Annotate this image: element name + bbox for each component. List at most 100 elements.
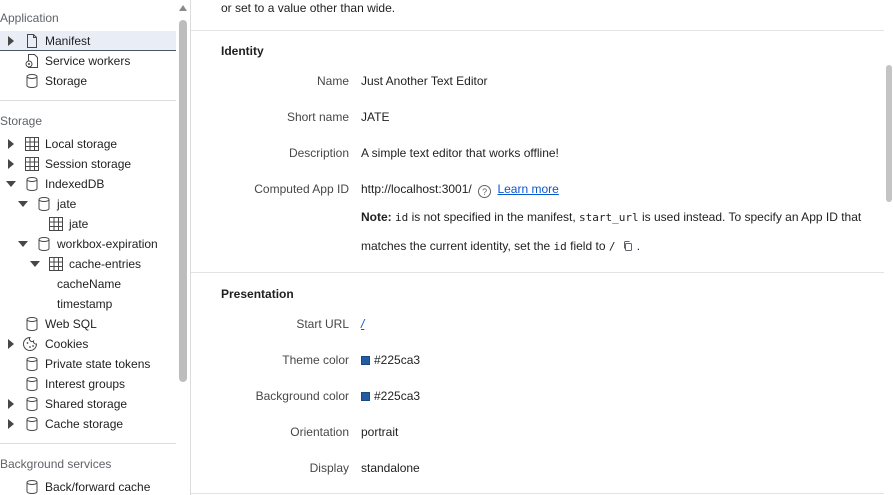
expand-arrow-icon[interactable] [7,394,15,414]
note-bold-label: Note: [361,210,392,224]
sidebar-item-manifest[interactable]: Manifest [0,31,176,51]
sidebar-item-service-workers[interactable]: Service workers [0,51,176,71]
note-code-id: id [395,211,409,224]
expand-arrow-icon[interactable] [7,134,15,154]
sidebar-item-cache-storage[interactable]: Cache storage [0,414,176,434]
grid-table-icon [48,216,64,232]
theme-color-swatch [361,356,370,365]
orientation-label: Orientation [290,425,349,439]
orientation-value: portrait [361,425,399,439]
sidebar-item-local-storage[interactable]: Local storage [0,134,176,154]
description-label: Description [288,146,349,160]
sidebar-item-web-sql[interactable]: Web SQL [0,314,176,334]
copy-icon[interactable] [622,240,634,252]
sidebar-item-back-forward-cache[interactable]: Back/forward cache [0,477,176,495]
sidebar-item-cache-entries[interactable]: cache-entries [0,254,176,274]
background-color-value-row: #225ca3 [361,389,420,403]
sidebar-item-label: cache-entries [69,257,142,271]
sidebar-item-label: Local storage [45,137,118,151]
learn-more-link[interactable]: Learn more [497,182,558,196]
section-header-background-services: Background services [0,457,112,471]
section-header-storage: Storage [0,114,43,128]
start-url-value: / [361,317,364,331]
sidebar-item-label: Web SQL [45,317,97,331]
expand-arrow-icon[interactable] [7,334,15,354]
sidebar-scrollbar-thumb[interactable] [179,20,187,382]
collapse-arrow-icon[interactable] [18,234,28,254]
grid-table-icon [24,136,40,152]
database-icon [24,356,40,372]
note-text: field to [566,239,609,253]
section-divider [0,443,176,444]
collapse-arrow-icon[interactable] [6,174,16,194]
sidebar-item-interest-groups[interactable]: Interest groups [0,374,176,394]
sidebar-item-jate-db[interactable]: jate [0,194,176,214]
sidebar-scrollbar[interactable] [176,0,190,495]
sidebar-item-shared-storage[interactable]: Shared storage [0,394,176,414]
theme-color-label: Theme color [282,353,349,367]
scroll-up-arrow-icon[interactable] [179,5,187,11]
sidebar-item-label: jate [57,197,77,211]
background-color-value: #225ca3 [374,389,421,403]
main-scrollbar-thumb[interactable] [886,65,892,202]
note-text: matches the current identity, set the [361,239,554,253]
sidebar-item-label: jate [69,217,89,231]
note-code-slash: / [608,240,616,253]
sidebar-item-indexeddb[interactable]: IndexedDB [0,174,176,194]
expand-arrow-icon[interactable] [7,414,15,434]
app-id-note-line2: matches the current identity, set the id… [361,239,640,253]
note-text: is used instead. To specify an App ID th… [638,210,862,224]
app-id-note-line1: Note: id is not specified in the manifes… [361,210,861,224]
sidebar-item-jate-store[interactable]: jate [0,214,176,234]
section-divider [191,30,884,31]
sidebar-item-private-state-tokens[interactable]: Private state tokens [0,354,176,374]
help-icon[interactable]: ? [478,185,492,198]
sidebar-item-label: Cache storage [45,417,124,431]
database-icon [36,236,52,252]
expand-arrow-icon[interactable] [7,31,15,51]
collapse-arrow-icon[interactable] [18,194,28,214]
grid-table-icon [48,256,64,272]
database-icon [24,376,40,392]
note-text: . [636,239,641,253]
document-icon [24,33,40,49]
sidebar-item-cookies[interactable]: Cookies [0,334,176,354]
sidebar-item-label: Service workers [45,54,131,68]
sidebar-item-label: IndexedDB [45,177,105,191]
main-scrollbar[interactable] [884,0,893,495]
background-color-label: Background color [255,389,349,403]
sidebar-item-label: Manifest [45,34,91,48]
computed-app-id-label: Computed App ID [254,182,349,196]
sidebar-item-label: Private state tokens [45,357,151,371]
gear-document-icon [24,53,40,69]
sidebar-item-storage[interactable]: Storage [0,71,176,91]
theme-color-value: #225ca3 [374,353,421,367]
section-divider [191,272,884,273]
sidebar-item-label: Storage [45,74,88,88]
database-icon [24,416,40,432]
grid-table-icon [24,156,40,172]
sidebar-item-index-timestamp[interactable]: timestamp [0,294,176,314]
start-url-label: Start URL [296,317,349,331]
short-name-value: JATE [361,110,390,124]
expand-arrow-icon[interactable] [7,154,15,174]
sidebar-item-label: timestamp [57,297,113,311]
note-text: is not specified in the manifest, [408,210,580,224]
database-icon [24,176,40,192]
sidebar-item-label: Shared storage [45,397,128,411]
sidebar-item-label: Session storage [45,157,132,171]
database-icon [24,396,40,412]
collapse-arrow-icon[interactable] [30,254,40,274]
sidebar-item-label: workbox-expiration [57,237,158,251]
computed-app-id-value: http://localhost:3001/ [361,182,472,196]
cookie-icon [22,336,38,352]
start-url-link[interactable]: / [361,317,364,331]
description-value: A simple text editor that works offline! [361,146,559,160]
background-color-swatch [361,392,370,401]
sidebar-item-index-cachename[interactable]: cacheName [0,274,176,294]
sidebar-item-workbox-expiration[interactable]: workbox-expiration [0,234,176,254]
sidebar-item-session-storage[interactable]: Session storage [0,154,176,174]
note-code-id: id [553,240,567,253]
sidebar-item-label: Cookies [45,337,89,351]
computed-app-id-row: http://localhost:3001/ ? Learn more [361,182,559,198]
